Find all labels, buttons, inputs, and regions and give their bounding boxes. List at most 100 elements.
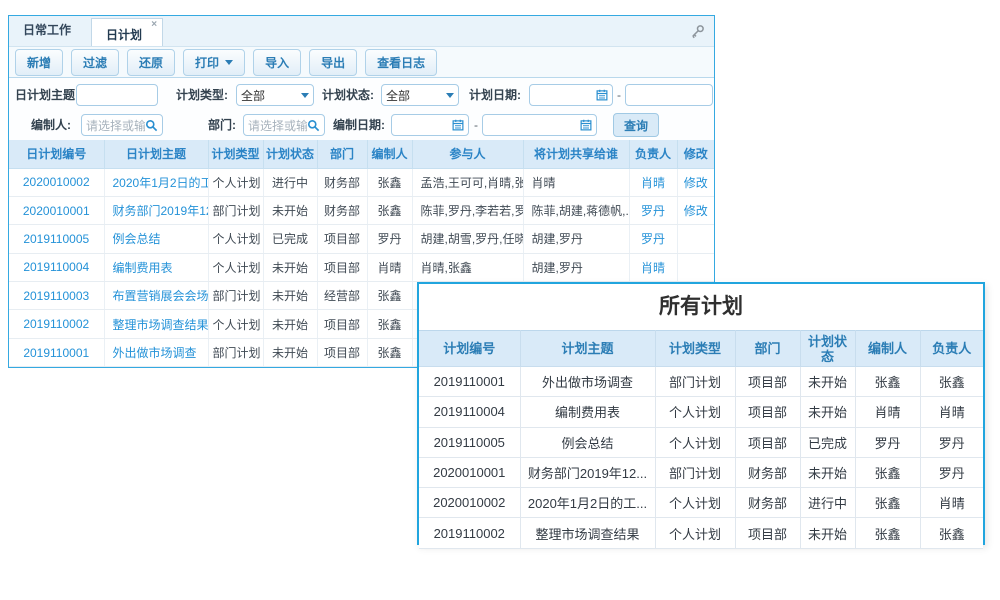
column-header-plan-type[interactable]: 计划类型 <box>655 331 735 367</box>
column-header-owner[interactable]: 负责人 <box>629 140 677 168</box>
column-header-plan-id[interactable]: 计划编号 <box>419 331 520 367</box>
print-button[interactable]: 打印 <box>183 49 245 76</box>
column-header-plan-subject[interactable]: 日计划主题 <box>104 140 208 168</box>
plan-status: 未开始 <box>263 196 317 224</box>
table-row[interactable]: 2019110004编制费用表个人计划未开始项目部肖晴肖晴,张鑫胡建,罗丹肖晴 <box>9 253 714 281</box>
department: 项目部 <box>317 225 367 253</box>
column-header-department[interactable]: 部门 <box>735 331 800 367</box>
create-date-to-input[interactable] <box>482 114 597 136</box>
chevron-down-icon <box>301 93 309 98</box>
plan-subject[interactable]: 外出做市场调查 <box>104 338 208 366</box>
plan-subject: 编制费用表 <box>520 397 655 427</box>
column-header-modify-link[interactable]: 修改 <box>677 140 714 168</box>
import-button[interactable]: 导入 <box>253 49 301 76</box>
plan-id[interactable]: 2019110002 <box>9 310 104 338</box>
column-header-creator[interactable]: 编制人 <box>367 140 412 168</box>
plan-subject: 2020年1月2日的工... <box>520 488 655 518</box>
column-header-plan-subject[interactable]: 计划主题 <box>520 331 655 367</box>
column-header-shared-with[interactable]: 将计划共享给谁 <box>523 140 629 168</box>
plan-id[interactable]: 2020010001 <box>9 196 104 224</box>
plan-type: 个人计划 <box>655 518 735 548</box>
owner[interactable]: 罗丹 <box>629 225 677 253</box>
shared-with: 胡建,罗丹 <box>523 225 629 253</box>
column-header-participants[interactable]: 参与人 <box>412 140 523 168</box>
table-row[interactable]: 2019110005例会总结个人计划项目部已完成罗丹罗丹 <box>419 427 983 457</box>
calendar-icon[interactable] <box>452 119 464 131</box>
column-header-department[interactable]: 部门 <box>317 140 367 168</box>
plan-subject[interactable]: 例会总结 <box>104 225 208 253</box>
plan-date-to-input[interactable] <box>625 84 713 106</box>
department-label: 部门: <box>208 114 236 136</box>
chevron-down-icon <box>225 60 233 65</box>
search-button[interactable]: 查询 <box>613 113 659 137</box>
plan-date-from-input[interactable] <box>529 84 613 106</box>
plan-subject[interactable]: 布置营销展会会场 <box>104 282 208 310</box>
modify-link[interactable]: 修改 <box>677 168 714 196</box>
plan-id[interactable]: 2019110001 <box>9 338 104 366</box>
plan-type: 部门计划 <box>655 457 735 487</box>
department: 财务部 <box>317 196 367 224</box>
view-log-button[interactable]: 查看日志 <box>365 49 437 76</box>
plan-id: 2019110005 <box>419 427 520 457</box>
restore-button[interactable]: 还原 <box>127 49 175 76</box>
column-header-plan-id[interactable]: 日计划编号 <box>9 140 104 168</box>
creator: 张鑫 <box>367 338 412 366</box>
plan-type-select[interactable]: 全部 <box>236 84 314 106</box>
plan-type: 个人计划 <box>208 168 263 196</box>
modify-link[interactable]: 修改 <box>677 196 714 224</box>
creator-input[interactable]: 请选择或输入 <box>81 114 163 136</box>
plan-id[interactable]: 2019110005 <box>9 225 104 253</box>
plan-id[interactable]: 2020010002 <box>9 168 104 196</box>
creator: 张鑫 <box>367 310 412 338</box>
calendar-icon[interactable] <box>580 119 592 131</box>
department: 经营部 <box>317 282 367 310</box>
table-row[interactable]: 20200100022020年1月2日的工作日...个人计划进行中财务部张鑫孟浩… <box>9 168 714 196</box>
tab-daily-plan[interactable]: 日计划 × <box>91 18 163 46</box>
table-row[interactable]: 2019110001外出做市场调查部门计划项目部未开始张鑫张鑫 <box>419 367 983 397</box>
export-button[interactable]: 导出 <box>309 49 357 76</box>
plan-subject[interactable]: 财务部门2019年12月的... <box>104 196 208 224</box>
date-range-separator: - <box>474 114 478 136</box>
table-row[interactable]: 2019110005例会总结个人计划已完成项目部罗丹胡建,胡雪,罗丹,任晓...… <box>9 225 714 253</box>
column-header-plan-status[interactable]: 计划状态 <box>263 140 317 168</box>
plan-id[interactable]: 2019110004 <box>9 253 104 281</box>
plan-status-select[interactable]: 全部 <box>381 84 459 106</box>
column-header-owner[interactable]: 负责人 <box>920 331 983 367</box>
table-row[interactable]: 2020010001财务部门2019年12月的...部门计划未开始财务部张鑫陈菲… <box>9 196 714 224</box>
owner[interactable]: 罗丹 <box>629 196 677 224</box>
plan-subject-input[interactable] <box>76 84 158 106</box>
modify-link <box>677 253 714 281</box>
table-row[interactable]: 2019110002整理市场调查结果个人计划项目部未开始张鑫张鑫 <box>419 518 983 548</box>
department: 项目部 <box>735 427 800 457</box>
plan-type: 个人计划 <box>208 310 263 338</box>
plan-subject[interactable]: 整理市场调查结果 <box>104 310 208 338</box>
table-row[interactable]: 2020010001财务部门2019年12...部门计划财务部未开始张鑫罗丹 <box>419 457 983 487</box>
plan-id: 2019110004 <box>419 397 520 427</box>
plan-status: 未开始 <box>263 310 317 338</box>
column-header-plan-status[interactable]: 计划状态 <box>800 331 855 367</box>
add-button[interactable]: 新增 <box>15 49 63 76</box>
column-header-plan-type[interactable]: 计划类型 <box>208 140 263 168</box>
table-row[interactable]: 2019110004编制费用表个人计划项目部未开始肖晴肖晴 <box>419 397 983 427</box>
plan-id: 2020010002 <box>419 488 520 518</box>
plan-status: 未开始 <box>800 397 855 427</box>
department-input[interactable]: 请选择或输入 <box>243 114 325 136</box>
search-icon[interactable] <box>145 119 158 132</box>
owner[interactable]: 肖晴 <box>629 253 677 281</box>
tab-daily-work[interactable]: 日常工作 <box>9 13 85 46</box>
create-date-from-input[interactable] <box>391 114 469 136</box>
all-plans-table: 计划编号计划主题计划类型部门计划状态编制人负责人 2019110001外出做市场… <box>419 330 983 549</box>
key-icon[interactable] <box>690 24 706 40</box>
owner[interactable]: 肖晴 <box>629 168 677 196</box>
plan-subject[interactable]: 编制费用表 <box>104 253 208 281</box>
column-header-creator[interactable]: 编制人 <box>855 331 920 367</box>
toolbar: 新增过滤还原打印导入导出查看日志 <box>9 47 714 78</box>
calendar-icon[interactable] <box>596 89 608 101</box>
creator: 罗丹 <box>367 225 412 253</box>
plan-subject[interactable]: 2020年1月2日的工作日... <box>104 168 208 196</box>
close-icon[interactable]: × <box>151 20 157 30</box>
table-row[interactable]: 20200100022020年1月2日的工...个人计划财务部进行中张鑫肖晴 <box>419 488 983 518</box>
filter-button[interactable]: 过滤 <box>71 49 119 76</box>
plan-id[interactable]: 2019110003 <box>9 282 104 310</box>
search-icon[interactable] <box>307 119 320 132</box>
